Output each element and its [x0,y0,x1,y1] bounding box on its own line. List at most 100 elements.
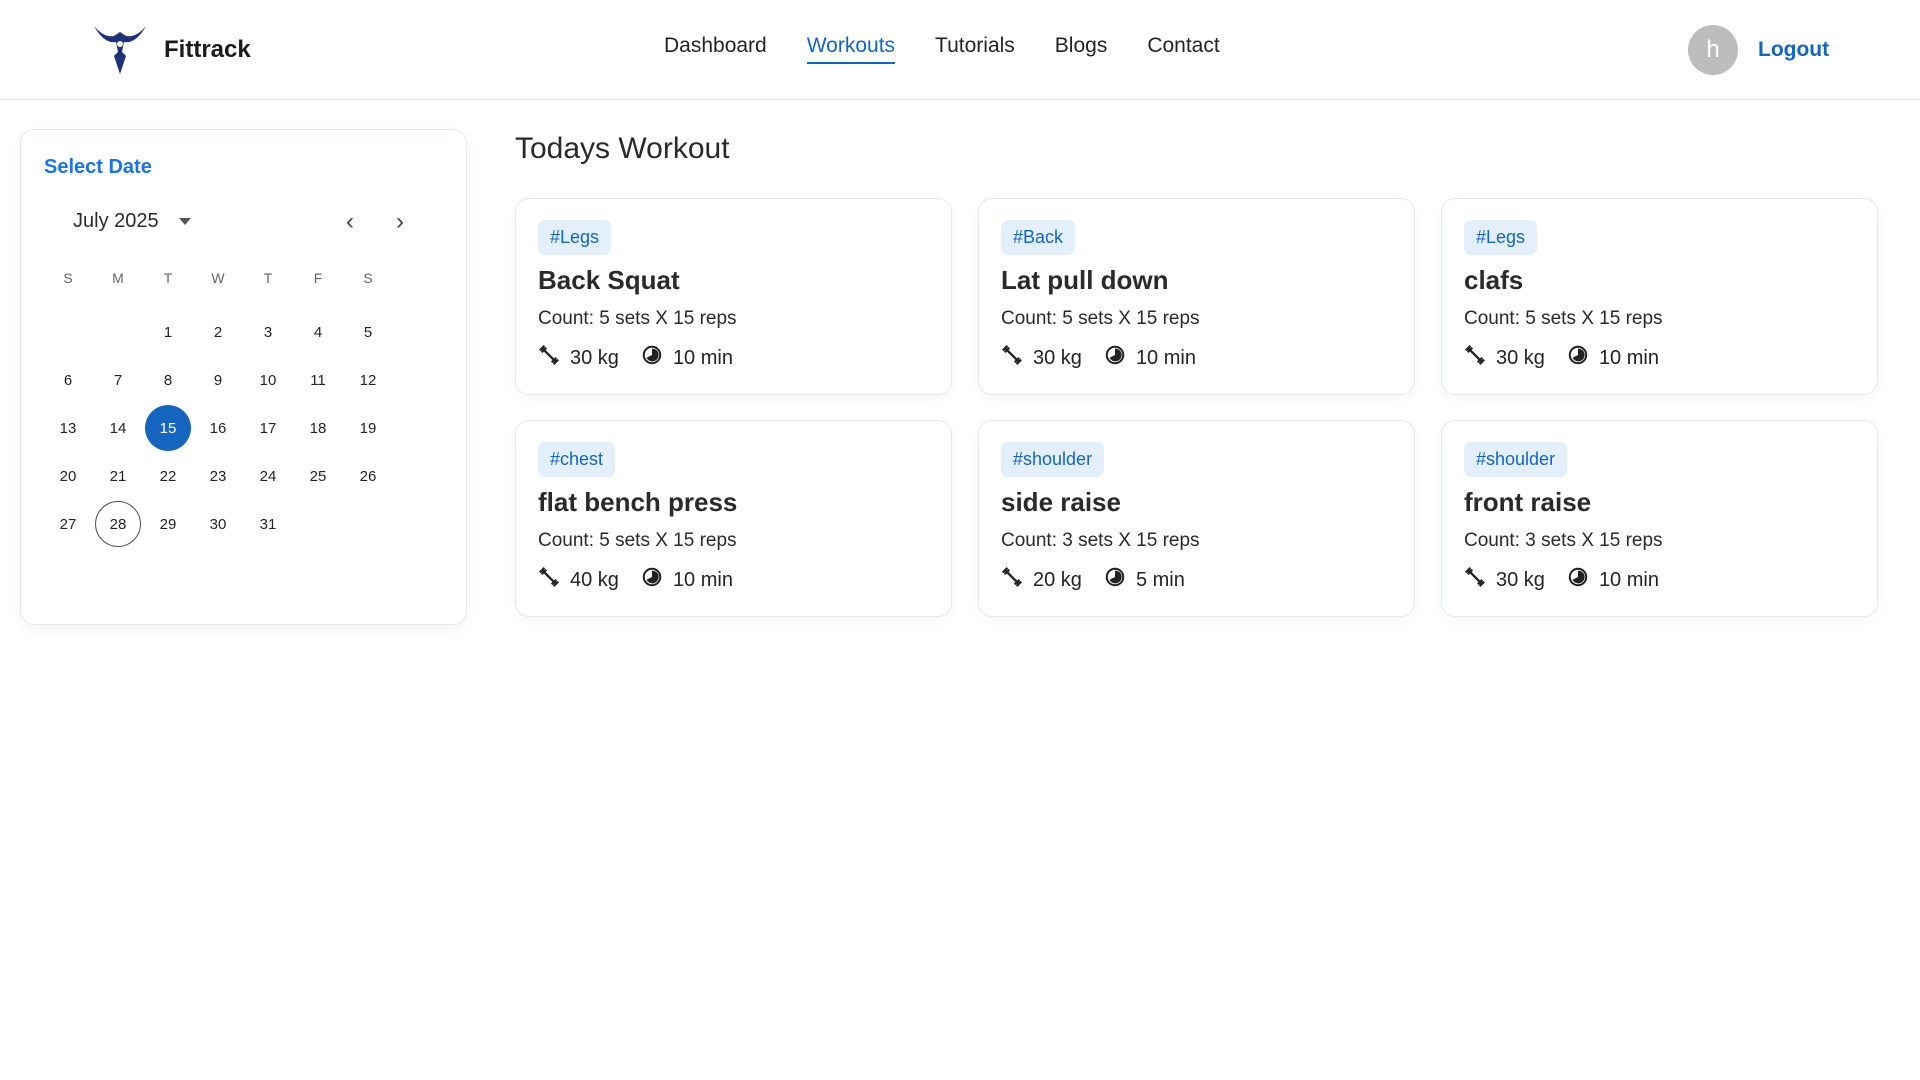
chevron-left-icon[interactable]: ‹ [346,208,354,236]
weight-icon [1464,566,1486,594]
calendar-day[interactable]: 27 [45,501,91,547]
calendar-grid: S M T W T F S 1 2 3 4 5 6 7 8 9 10 11 12 13 14 15 16 17 18 19 20 21… [43,260,443,548]
nav-link-blogs[interactable]: Blogs [1055,34,1108,64]
duration-stat: 5 min [1104,566,1185,594]
calendar-day[interactable]: 20 [45,453,91,499]
calendar-week: 6 7 8 9 10 11 12 [43,356,443,404]
workout-count: Count: 5 sets X 15 reps [538,308,737,329]
calendar-day[interactable]: 28 [95,501,141,547]
calendar-day[interactable]: 7 [95,357,141,403]
workout-card[interactable]: #Legs Back Squat Count: 5 sets X 15 reps 30… [515,198,952,395]
calendar-day[interactable]: 29 [145,501,191,547]
calendar-title: Select Date [44,156,152,178]
calendar-day[interactable]: 25 [295,453,341,499]
month-selector[interactable]: July 2025 [73,210,191,233]
calendar-day[interactable]: 9 [195,357,241,403]
weight-stat: 30 kg [1464,344,1545,372]
workout-stats: 30 kg 10 min [1464,566,1855,594]
weekday-label: F [313,270,323,286]
chevron-right-icon[interactable]: › [396,208,404,236]
workout-count: Count: 5 sets X 15 reps [1464,308,1663,329]
timer-icon [641,566,663,594]
top-navbar: Fittrack Dashboard Workouts Tutorials Blogs… [0,0,1920,100]
calendar-day[interactable]: 11 [295,357,341,403]
brand[interactable]: Fittrack [90,22,251,78]
calendar-day[interactable]: 2 [195,309,241,355]
category-tag: #Legs [538,220,612,255]
calendar-empty-cell [93,309,143,355]
calendar-day[interactable]: 8 [145,357,191,403]
calendar-day[interactable]: 12 [345,357,391,403]
duration-stat: 10 min [641,566,733,594]
calendar-day[interactable]: 1 [145,309,191,355]
timer-icon [1104,344,1126,372]
weight-value: 20 kg [1033,568,1082,591]
weight-stat: 30 kg [1001,344,1082,372]
workout-stats: 30 kg 10 min [1464,344,1855,372]
workout-name: clafs [1464,265,1524,295]
calendar-day[interactable]: 31 [245,501,291,547]
workout-card[interactable]: #Back Lat pull down Count: 5 sets X 15 rep… [978,198,1415,395]
workout-stats: 20 kg 5 min [1001,566,1392,594]
calendar-day[interactable]: 6 [45,357,91,403]
calendar-day[interactable]: 14 [95,405,141,451]
nav-link-tutorials[interactable]: Tutorials [935,34,1015,64]
weight-stat: 40 kg [538,566,619,594]
duration-value: 10 min [672,568,733,591]
calendar-day[interactable]: 17 [245,405,291,451]
calendar-day[interactable]: 24 [245,453,291,499]
workout-card[interactable]: #chest flat bench press Count: 5 sets X 15… [515,420,952,617]
weight-icon [1001,344,1023,372]
calendar-day[interactable]: 13 [45,405,91,451]
nav-link-contact[interactable]: Contact [1147,34,1219,64]
calendar-day[interactable]: 23 [195,453,241,499]
calendar-day[interactable]: 21 [95,453,141,499]
calendar-day[interactable]: 15 [145,405,191,451]
workout-count: Count: 3 sets X 15 reps [1464,530,1663,551]
duration-value: 10 min [1598,346,1659,369]
avatar[interactable]: h [1688,25,1738,75]
nav-link-workouts[interactable]: Workouts [806,34,896,64]
duration-value: 10 min [1598,568,1659,591]
page-title: Todays Workout [515,132,730,165]
workout-card[interactable]: #shoulder side raise Count: 3 sets X 15 re… [978,420,1415,617]
duration-value: 10 min [672,346,733,369]
workout-name: front raise [1464,487,1592,517]
caret-down-icon[interactable] [178,218,191,225]
timer-icon [641,344,663,372]
weight-value: 30 kg [1033,346,1082,369]
workout-name: flat bench press [538,487,738,517]
weight-icon [538,344,560,372]
workout-cards: #Legs Back Squat Count: 5 sets X 15 reps 30… [515,198,1878,617]
workout-card[interactable]: #Legs clafs Count: 5 sets X 15 reps 30 kg 10… [1441,198,1878,395]
calendar-day[interactable]: 10 [245,357,291,403]
calendar-day[interactable]: 5 [345,309,391,355]
calendar-day[interactable]: 19 [345,405,391,451]
workout-card[interactable]: #shoulder front raise Count: 3 sets X 15 r… [1441,420,1878,617]
duration-stat: 10 min [1567,344,1659,372]
calendar-day[interactable]: 3 [245,309,291,355]
category-tag: #shoulder [1001,442,1105,477]
workout-count: Count: 5 sets X 15 reps [538,530,737,551]
calendar-empty-cell [293,501,343,547]
logout-button[interactable]: Logout [1758,38,1829,62]
calendar-day[interactable]: 16 [195,405,241,451]
nav-link-dashboard[interactable]: Dashboard [664,34,767,64]
calendar-week: 27 28 29 30 31 [43,500,443,548]
calendar-empty-cell [343,501,393,547]
timer-icon [1567,344,1589,372]
weight-value: 30 kg [570,346,619,369]
timer-icon [1567,566,1589,594]
calendar-day[interactable]: 18 [295,405,341,451]
weight-stat: 20 kg [1001,566,1082,594]
calendar-day[interactable]: 26 [345,453,391,499]
nav-links: Dashboard Workouts Tutorials Blogs Contact [664,34,1220,64]
weekday-label: T [263,270,273,286]
calendar-day[interactable]: 22 [145,453,191,499]
workout-stats: 30 kg 10 min [1001,344,1392,372]
calendar-day[interactable]: 4 [295,309,341,355]
weekday-label: S [363,270,373,286]
category-tag: #Back [1001,220,1076,255]
weight-value: 30 kg [1496,568,1545,591]
calendar-day[interactable]: 30 [195,501,241,547]
